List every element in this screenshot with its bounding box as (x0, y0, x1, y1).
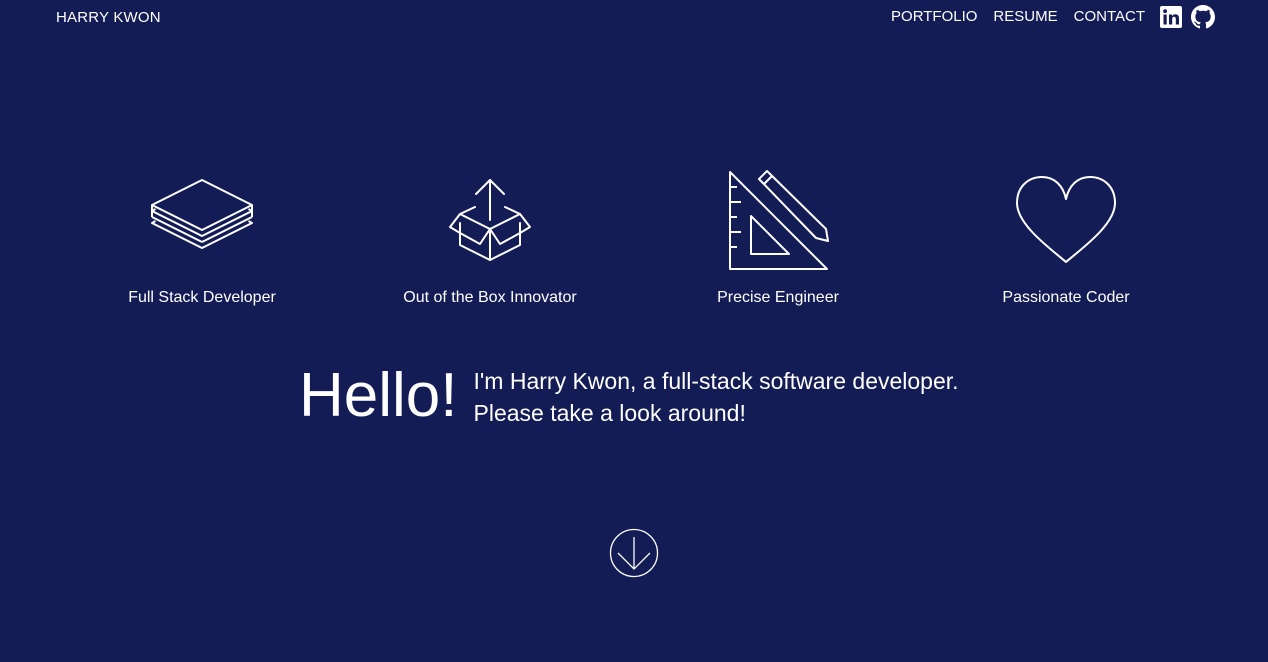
open-box-icon (449, 179, 531, 261)
features-row: Full Stack Developer Out of the Box Inno… (58, 165, 1210, 307)
nav-resume[interactable]: RESUME (993, 4, 1057, 30)
feature-full-stack: Full Stack Developer (58, 165, 346, 307)
feature-innovator: Out of the Box Innovator (346, 165, 634, 307)
triangle-ruler-pencil-icon (729, 170, 829, 270)
intro-section: Hello! I'm Harry Kwon, a full-stack soft… (299, 360, 959, 432)
feature-label: Full Stack Developer (128, 289, 276, 306)
github-icon[interactable] (1191, 5, 1215, 29)
feature-coder: Passionate Coder (922, 165, 1210, 307)
nav-contact[interactable]: CONTACT (1074, 4, 1145, 30)
nav-portfolio[interactable]: PORTFOLIO (891, 4, 977, 30)
feature-engineer: Precise Engineer (634, 165, 922, 307)
brand-link[interactable]: HARRY KWON (56, 9, 161, 26)
greeting-heading: Hello! (299, 361, 458, 430)
feature-label: Out of the Box Innovator (403, 289, 577, 306)
scroll-down-button[interactable] (609, 528, 659, 578)
intro-message: I'm Harry Kwon, a full-stack software de… (474, 360, 959, 429)
page: HARRY KWON PORTFOLIO RESUME CONTACT Full… (0, 0, 1268, 662)
top-nav: PORTFOLIO RESUME CONTACT (891, 4, 1215, 30)
intro-line-2: Please take a look around! (473, 400, 746, 426)
linkedin-icon[interactable] (1159, 5, 1183, 29)
intro-line-1: I'm Harry Kwon, a full-stack software de… (473, 368, 959, 394)
feature-label: Passionate Coder (1002, 289, 1130, 306)
heart-icon (1016, 176, 1116, 263)
feature-label: Precise Engineer (717, 289, 839, 306)
layers-stack-icon (151, 179, 253, 249)
social-links (1159, 5, 1215, 29)
arrow-down-circle-icon (609, 528, 659, 578)
